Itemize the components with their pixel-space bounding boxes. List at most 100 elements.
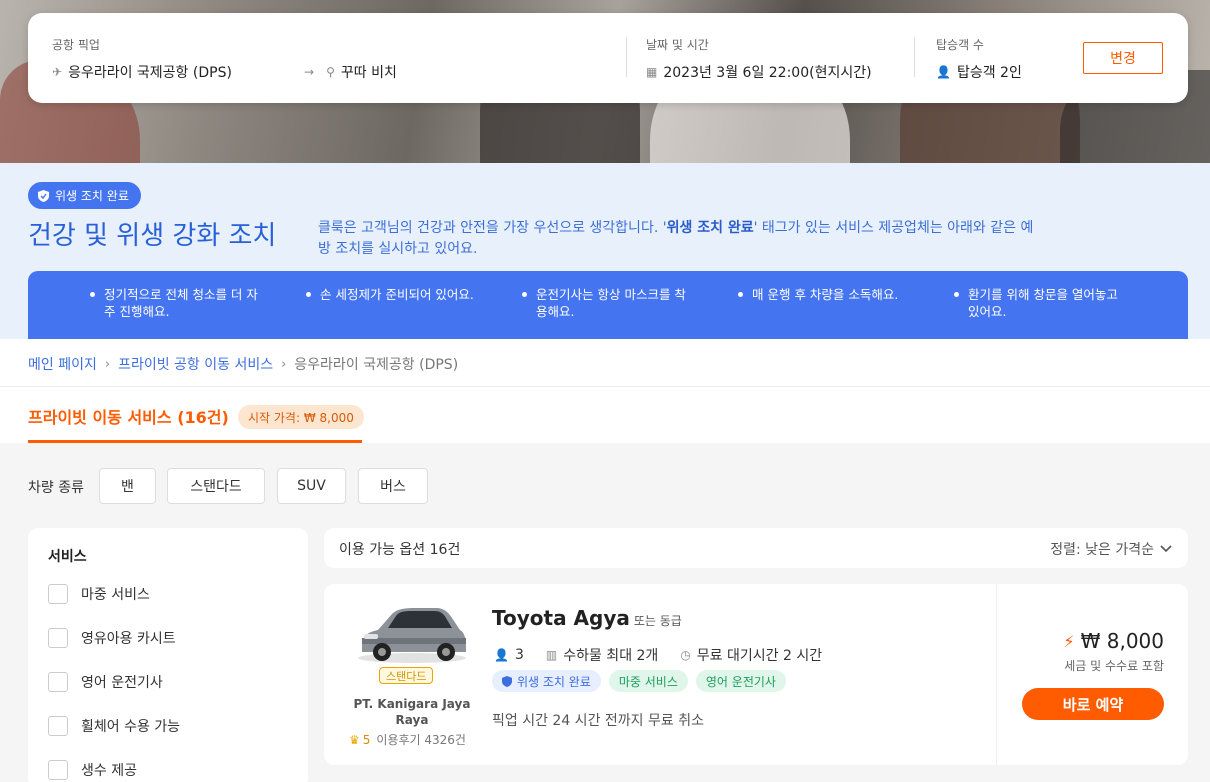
luggage-icon: ▥ bbox=[545, 648, 558, 662]
chevron-right-icon: › bbox=[281, 356, 287, 372]
hygiene-badge-label: 위생 조치 완료 bbox=[55, 189, 129, 203]
hero-banner: 공항 픽업 ✈ 응우라라이 국제공항 (DPS) → ⚲ 꾸따 비치 날짜 및 … bbox=[0, 0, 1210, 163]
checkbox[interactable] bbox=[48, 672, 68, 692]
vehicle-chip-van[interactable]: 밴 bbox=[99, 468, 156, 504]
price-value: ₩ 8,000 bbox=[1080, 629, 1164, 653]
filter-sidebar: 서비스 마중 서비스 영유아용 카시트 영어 운전기사 휠체어 수용 가능 생수… bbox=[28, 528, 308, 782]
destination-location[interactable]: → ⚲ 꾸따 비치 bbox=[304, 62, 397, 82]
divider bbox=[996, 584, 997, 765]
starting-price-pill: 시작 가격: ₩ 8,000 bbox=[238, 405, 364, 429]
pickup-location[interactable]: ✈ 응우라라이 국제공항 (DPS) bbox=[52, 62, 232, 82]
vehicle-chip-bus[interactable]: 버스 bbox=[358, 468, 428, 504]
breadcrumb-current: 응우라라이 국제공항 (DPS) bbox=[294, 357, 459, 373]
filter-wheelchair[interactable]: 휠체어 수용 가능 bbox=[48, 716, 180, 736]
transfer-option-card[interactable]: 스탠다드 PT. Kanigara Jaya Raya ♛ 5 이용후기 432… bbox=[324, 584, 1188, 765]
filter-label: 휠체어 수용 가능 bbox=[81, 719, 181, 735]
destination-value: 꾸따 비치 bbox=[340, 65, 397, 81]
passenger-value: 탑승객 2인 bbox=[956, 65, 1022, 81]
car-name: Toyota Agya 또는 동급 bbox=[492, 606, 682, 630]
person-icon: 👤 bbox=[494, 648, 509, 662]
card-tags: 위생 조치 완료 마중 서비스 영어 운전기사 bbox=[492, 670, 786, 692]
calendar-icon: ▦ bbox=[646, 65, 658, 79]
vehicle-chip-suv[interactable]: SUV bbox=[277, 468, 346, 504]
desc-bold: 위생 조치 완료 bbox=[666, 220, 754, 236]
review-count[interactable]: 이용후기 4326건 bbox=[376, 731, 466, 748]
passenger-count[interactable]: 👤 탑승객 2인 bbox=[936, 62, 1022, 82]
measure-item: 손 세정제가 준비되어 있어요. bbox=[306, 286, 476, 303]
sort-dropdown[interactable]: 정렬: 낮은 가격순 bbox=[1050, 539, 1172, 559]
health-measures-bar: 정기적으로 전체 청소를 더 자주 진행해요. 손 세정제가 준비되어 있어요.… bbox=[28, 271, 1188, 339]
location-pin-icon: ⚲ bbox=[326, 65, 335, 79]
breadcrumb-category[interactable]: 프라이빗 공항 이동 서비스 bbox=[118, 354, 273, 374]
date-label: 날짜 및 시간 bbox=[646, 38, 709, 52]
car-specs: 👤 3 ▥ 수하물 최대 2개 ◷ 무료 대기시간 2 시간 bbox=[494, 645, 822, 665]
price-note: 세금 및 수수료 포함 bbox=[1064, 659, 1164, 673]
measure-item: 운전기사는 항상 마스크를 착용해요. bbox=[522, 286, 692, 320]
measure-item: 매 운행 후 차량을 소독해요. bbox=[738, 286, 908, 303]
health-section: 위생 조치 완료 건강 및 위생 강화 조치 클룩은 고객님의 건강과 안전을 … bbox=[0, 163, 1210, 339]
vehicle-type-label: 차량 종류 bbox=[28, 480, 84, 496]
crown-icon: ♛ bbox=[349, 732, 360, 747]
tab-underline bbox=[28, 440, 362, 443]
book-now-button[interactable]: 바로 예약 bbox=[1022, 688, 1164, 720]
shield-icon bbox=[38, 189, 49, 202]
desc-text: 클룩은 고객님의 건강과 안전을 가장 우선으로 생각합니다. ' bbox=[318, 220, 667, 236]
provider-name: PT. Kanigara Jaya Raya bbox=[353, 697, 471, 727]
search-summary-card: 공항 픽업 ✈ 응우라라이 국제공항 (DPS) → ⚲ 꾸따 비치 날짜 및 … bbox=[28, 13, 1188, 103]
change-button[interactable]: 변경 bbox=[1083, 42, 1163, 74]
filter-label: 생수 제공 bbox=[81, 763, 137, 779]
wait-value: 무료 대기시간 2 시간 bbox=[696, 648, 823, 664]
filter-water[interactable]: 생수 제공 bbox=[48, 760, 137, 780]
date-time[interactable]: ▦ 2023년 3월 6일 22:00(현지시간) bbox=[646, 62, 872, 82]
measure-item: 환기를 위해 창문을 열어놓고 있어요. bbox=[954, 286, 1124, 320]
filter-child-seat[interactable]: 영유아용 카시트 bbox=[48, 628, 176, 648]
tag-hygiene: 위생 조치 완료 bbox=[492, 670, 601, 692]
car-suffix: 또는 동급 bbox=[633, 614, 682, 628]
tab-bar: 프라이빗 이동 서비스 (16건) 시작 가격: ₩ 8,000 bbox=[0, 387, 1210, 443]
pickup-label: 공항 픽업 bbox=[52, 38, 100, 52]
filter-title: 서비스 bbox=[48, 549, 87, 565]
checkbox[interactable] bbox=[48, 716, 68, 736]
price: ⚡ ₩ 8,000 bbox=[1063, 629, 1164, 653]
seats-spec: 👤 3 bbox=[494, 645, 524, 665]
vehicle-class-badge: 스탠다드 bbox=[379, 667, 434, 684]
filter-label: 영어 운전기사 bbox=[81, 675, 163, 691]
filter-label: 마중 서비스 bbox=[81, 587, 150, 603]
passenger-label: 탑승객 수 bbox=[936, 38, 984, 52]
seats-value: 3 bbox=[514, 647, 524, 663]
wait-spec: ◷ 무료 대기시간 2 시간 bbox=[680, 645, 822, 665]
person-icon: 👤 bbox=[936, 65, 951, 79]
chevron-down-icon bbox=[1160, 545, 1172, 553]
tag-english-driver: 영어 운전기사 bbox=[695, 670, 786, 692]
tag-meet-greet: 마중 서비스 bbox=[608, 670, 688, 692]
provider-rating: ♛ 5 이용후기 4326건 bbox=[349, 731, 466, 748]
divider bbox=[626, 37, 627, 77]
breadcrumb-home[interactable]: 메인 페이지 bbox=[28, 354, 97, 374]
arrow-right-icon: → bbox=[304, 65, 315, 79]
measure-item: 정기적으로 전체 청소를 더 자주 진행해요. bbox=[90, 286, 260, 320]
breadcrumb: 메인 페이지 › 프라이빗 공항 이동 서비스 › 응우라라이 국제공항 (DP… bbox=[28, 354, 458, 374]
tag-label: 위생 조치 완료 bbox=[517, 674, 591, 689]
breadcrumb-bar: 메인 페이지 › 프라이빗 공항 이동 서비스 › 응우라라이 국제공항 (DP… bbox=[0, 339, 1210, 387]
pickup-value: 응우라라이 국제공항 (DPS) bbox=[68, 65, 232, 81]
filter-english-driver[interactable]: 영어 운전기사 bbox=[48, 672, 163, 692]
cancellation-policy: 픽업 시간 24 시간 전까지 무료 취소 bbox=[492, 713, 704, 729]
date-value: 2023년 3월 6일 22:00(현지시간) bbox=[663, 65, 872, 81]
car-model: Toyota Agya bbox=[492, 606, 630, 630]
checkbox[interactable] bbox=[48, 584, 68, 604]
sort-label: 정렬: 낮은 가격순 bbox=[1050, 542, 1154, 558]
filter-label: 영유아용 카시트 bbox=[81, 631, 176, 647]
vehicle-chip-standard[interactable]: 스탠다드 bbox=[167, 468, 265, 504]
checkbox[interactable] bbox=[48, 760, 68, 780]
filter-meet-greet[interactable]: 마중 서비스 bbox=[48, 584, 150, 604]
airplane-icon: ✈ bbox=[52, 65, 63, 79]
results-count: 이용 가능 옵션 16건 bbox=[339, 542, 461, 558]
clock-icon: ◷ bbox=[680, 648, 691, 662]
health-description: 클룩은 고객님의 건강과 안전을 가장 우선으로 생각합니다. '위생 조치 완… bbox=[318, 218, 1038, 260]
health-title: 건강 및 위생 강화 조치 bbox=[28, 221, 277, 251]
lightning-icon: ⚡ bbox=[1063, 631, 1075, 651]
shield-icon bbox=[502, 675, 512, 687]
car-image bbox=[358, 608, 466, 663]
checkbox[interactable] bbox=[48, 628, 68, 648]
tab-private-transfer[interactable]: 프라이빗 이동 서비스 (16건) bbox=[28, 404, 229, 428]
